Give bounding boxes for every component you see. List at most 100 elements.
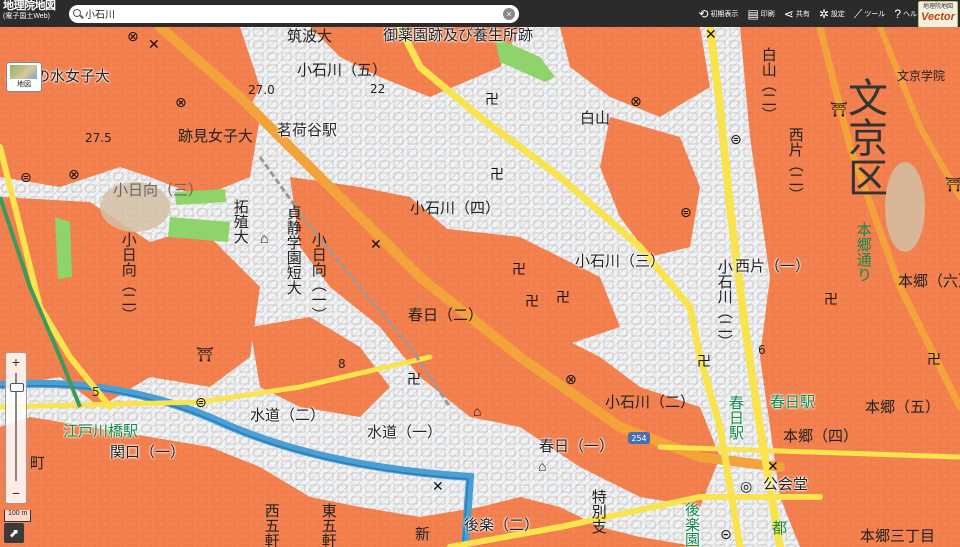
school-symbol-icon: ⊗	[565, 371, 577, 387]
search-input[interactable]	[85, 6, 495, 21]
toolbar: ⟲ 初期表示 ▤ 印刷 ⋖ 共有 ✲ 設定 ⟋ ツール ? ヘルプ	[689, 0, 924, 27]
print-icon: ▤	[747, 6, 759, 21]
railway-station-icon: ⊝	[720, 526, 732, 542]
label-koishikawa3: 小石川（三）	[575, 252, 666, 270]
label-kokaido: 公会堂	[763, 475, 809, 493]
settings-label: 設定	[830, 10, 845, 18]
label-nishikata-v: 西片（二）	[786, 127, 805, 202]
building-blocks	[0, 27, 960, 547]
reset-view-icon: ⟲	[698, 6, 709, 21]
label-nishikata1: 西片（一）	[735, 257, 811, 275]
school-symbol-icon: ⊗	[175, 94, 187, 110]
label-hakusan-v: 白山（二）	[759, 47, 778, 122]
museum-icon: ⌂	[538, 458, 547, 474]
tools-button[interactable]: ⟋ ツール	[854, 8, 885, 20]
museum-icon: ⌂	[260, 230, 269, 246]
label-kasuga: 春日（二）	[408, 306, 484, 324]
search-icon[interactable]	[73, 9, 81, 17]
label-kasuga2: 春日（一）	[539, 437, 615, 455]
label-suido2: 水道（二）	[250, 406, 326, 424]
label-takushoku: 拓殖大	[231, 199, 250, 244]
elevation-3: 22	[370, 82, 386, 96]
gear-icon: ✲	[818, 6, 829, 21]
label-tsukuba: 筑波大	[287, 27, 333, 45]
layer-switch-button[interactable]: 地図	[6, 62, 42, 92]
police-box-icon: ✕	[432, 478, 444, 494]
elevation-1: 27.0	[248, 83, 275, 97]
elevation-4: 8	[338, 357, 346, 371]
shrine-icon: ⛩	[945, 176, 960, 192]
label-hongo-dori: 本郷通り	[854, 222, 873, 282]
label-hongo5: 本郷（五）	[865, 398, 941, 416]
temple-icon: 卍	[697, 353, 711, 369]
elevation-2: 27.5	[85, 131, 112, 145]
temple-icon: 卍	[512, 261, 526, 277]
shrine-icon: ⛩	[196, 346, 214, 362]
label-kohinata-v: 小日向（二）	[119, 232, 138, 322]
police-box-icon: ✕	[767, 458, 779, 474]
settings-button[interactable]: ✲ 設定	[819, 8, 845, 20]
label-kohinata-v2: 小日向（一）	[309, 232, 328, 322]
label-hongo6: 本郷（六）	[898, 272, 960, 290]
map-canvas[interactable]: 254 お茶の水女子大 御薬園跡及び養生所跡 筑波大 小石川（五） 白山 白山（…	[0, 27, 960, 547]
temple-icon: 卍	[824, 291, 838, 307]
label-shin: 新	[415, 525, 431, 543]
share-button[interactable]: ⋖ 共有	[784, 8, 810, 20]
label-gokokuji: 御薬園跡及び養生所跡	[383, 27, 534, 44]
post-office-icon: ⊜	[680, 204, 692, 220]
label-teiseigakuen: 貞静学園短大	[284, 205, 303, 295]
temple-icon: 卍	[407, 371, 421, 387]
app-logo-subtitle: (電子国土Web)	[3, 13, 50, 20]
label-bunkyo-ku: 文京区	[841, 77, 887, 197]
label-kasuga-station-v: 春日駅	[727, 395, 745, 440]
label-koishikawa4: 小石川（四）	[410, 199, 501, 217]
museum-icon: ⌂	[473, 403, 482, 419]
expand-panel-icon[interactable]: ⬈	[4, 523, 24, 543]
label-kasuga-station: 春日駅	[770, 393, 816, 411]
vector-map-button[interactable]: 地理院地図 Vector	[918, 1, 958, 28]
share-icon: ⋖	[783, 6, 794, 21]
layer-switch-label: 地図	[17, 81, 31, 88]
school-symbol-icon: ⊗	[68, 166, 80, 182]
reset-view-label: 初期表示	[710, 10, 739, 18]
post-office-icon: ⊜	[20, 169, 32, 185]
school-symbol-icon: ⊗	[630, 93, 642, 109]
label-nishigoken: 西五軒	[262, 503, 281, 547]
post-office-icon: ⊜	[730, 131, 742, 147]
tools-icon: ⟋	[853, 6, 863, 21]
label-korakuen: 後楽（二）	[464, 516, 540, 534]
scale-bar: 100 m	[4, 510, 32, 522]
label-koishikawa5: 小石川（五）	[297, 61, 388, 79]
zoom-out-button[interactable]: −	[6, 485, 26, 501]
app-logo[interactable]: 地理院地図 (電子国土Web)	[3, 1, 65, 21]
temple-icon: 卍	[525, 293, 539, 309]
label-hongo3: 本郷三丁目	[860, 527, 936, 545]
temple-icon: 卍	[556, 289, 570, 305]
label-hakusan: 白山	[580, 109, 611, 127]
label-sekiguchi: 関口（一）	[110, 443, 186, 461]
elevation-6: 5	[92, 385, 100, 399]
label-suido1: 水道（一）	[367, 423, 443, 441]
map-base-layer: 254	[0, 27, 960, 547]
label-cho: 町	[30, 454, 46, 472]
reset-view-button[interactable]: ⟲ 初期表示	[698, 8, 738, 20]
police-box-icon: ✕	[705, 27, 717, 42]
print-button[interactable]: ▤ 印刷	[747, 8, 774, 20]
zoom-slider-handle[interactable]	[10, 383, 24, 392]
label-koishikawa2: 小石川（二）	[605, 393, 696, 411]
zoom-in-button[interactable]: +	[6, 354, 26, 370]
tools-label: ツール	[864, 10, 886, 18]
app-header: 地理院地図 (電子国土Web) × ⟲ 初期表示 ▤ 印刷 ⋖ 共有 ✲ 設定 …	[0, 0, 960, 28]
vector-map-label: Vector	[921, 11, 955, 23]
label-toei: 都	[772, 519, 788, 537]
share-label: 共有	[795, 10, 810, 18]
label-myogadani-station: 茗荷谷駅	[277, 121, 338, 139]
temple-icon: 卍	[485, 91, 499, 107]
label-higashigoken: 東五軒	[319, 503, 338, 547]
clear-search-icon[interactable]: ×	[503, 8, 515, 20]
label-atomi: 跡見女子大	[178, 127, 254, 145]
zoom-control: + −	[5, 352, 27, 504]
vector-map-caption: 地理院地図	[922, 4, 953, 10]
route-shield-number: 254	[631, 434, 646, 443]
layer-thumbnail	[10, 65, 37, 79]
